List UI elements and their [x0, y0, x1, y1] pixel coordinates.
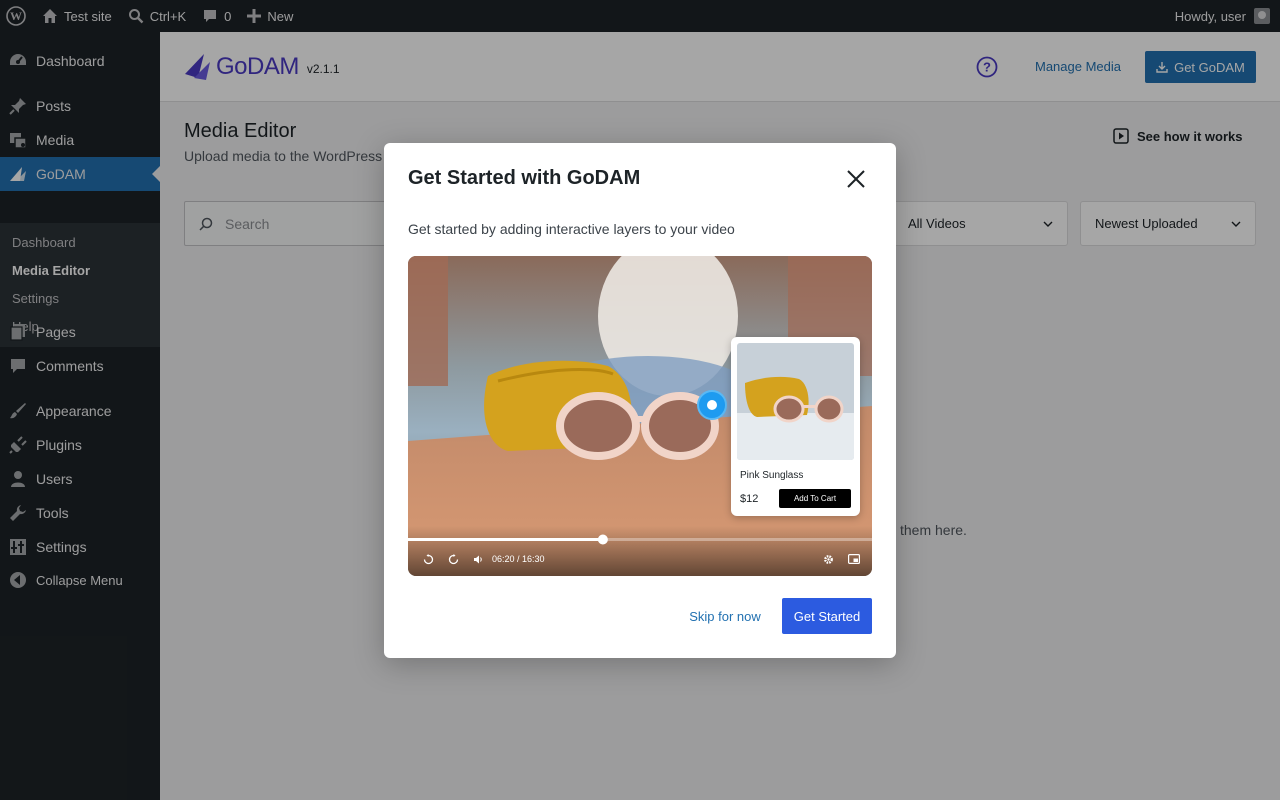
product-name: Pink Sunglass [740, 470, 804, 481]
rewind-icon[interactable] [423, 553, 434, 565]
get-started-modal: Get Started with GoDAM Get started by ad… [384, 143, 896, 658]
product-image [737, 343, 854, 460]
skip-for-now-button[interactable]: Skip for now [680, 598, 770, 634]
modal-description: Get started by adding interactive layers… [408, 221, 735, 237]
hotspot-marker[interactable] [697, 390, 727, 420]
product-price: $12 [740, 492, 759, 505]
demo-video[interactable]: Pink Sunglass $12 Add To Cart 06:20 / 16… [408, 256, 872, 576]
product-card[interactable]: Pink Sunglass $12 Add To Cart [731, 337, 860, 516]
volume-icon[interactable] [473, 554, 484, 565]
forward-icon[interactable] [448, 553, 459, 565]
video-controls: 06:20 / 16:30 [408, 550, 872, 568]
add-to-cart-button[interactable]: Add To Cart [779, 489, 851, 508]
settings-gear-icon[interactable] [823, 554, 834, 565]
progress-handle[interactable] [597, 534, 608, 545]
close-icon[interactable] [842, 165, 870, 193]
picture-in-picture-icon[interactable] [848, 554, 860, 564]
progress-bar-fill [408, 538, 603, 541]
get-started-button[interactable]: Get Started [782, 598, 872, 634]
time-display: 06:20 / 16:30 [492, 554, 545, 564]
modal-title: Get Started with GoDAM [408, 167, 641, 189]
